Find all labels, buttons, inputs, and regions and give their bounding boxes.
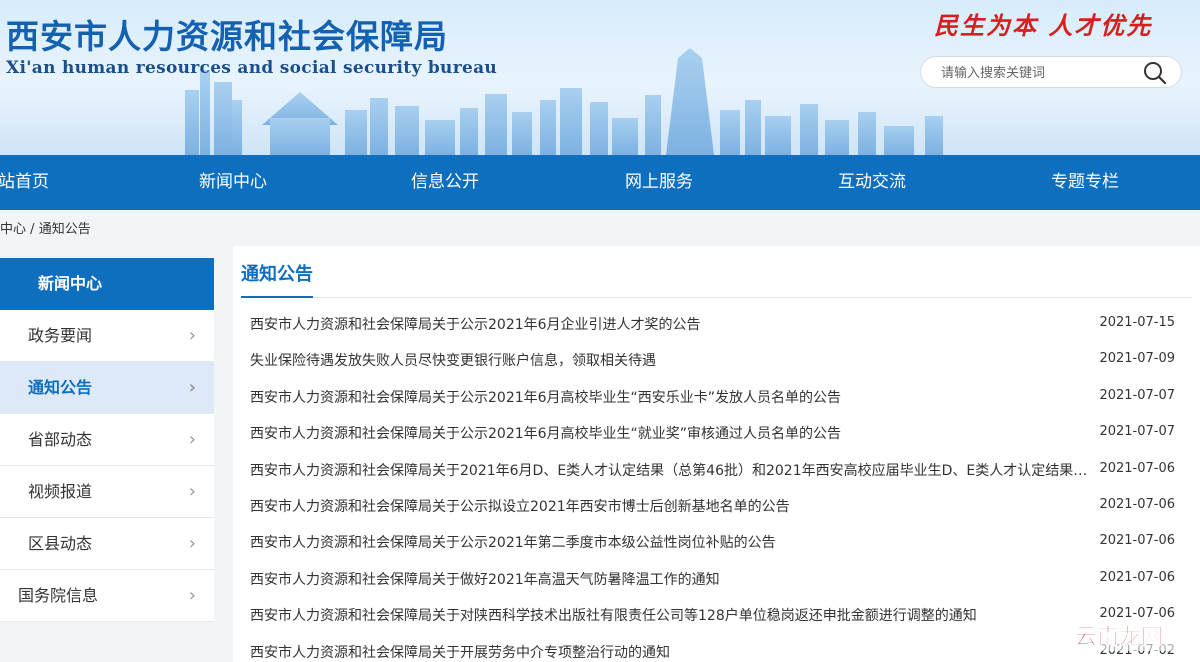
search-input[interactable]	[941, 62, 1141, 84]
news-title[interactable]: 西安市人力资源和社会保障局关于2021年6月D、E类人才认定结果（总第46批）和…	[250, 460, 1095, 480]
site-title: 西安市人力资源和社会保障局	[6, 17, 448, 56]
sidebar-item-notices[interactable]: 通知公告 ›	[0, 362, 214, 414]
sidebar-item-government-news[interactable]: 政务要闻 ›	[0, 310, 214, 362]
news-item[interactable]: 西安市人力资源和社会保障局关于开展劳务中介专项整治行动的通知 2021-07-0…	[250, 636, 1180, 662]
sidebar-item-video-reports[interactable]: 视频报道 ›	[0, 466, 214, 518]
breadcrumb-parent[interactable]: 中心	[0, 222, 26, 237]
sidebar-item-state-council-info[interactable]: 国务院信息 ›	[0, 570, 214, 622]
sidebar-item-provincial-news[interactable]: 省部动态 ›	[0, 414, 214, 466]
news-item[interactable]: 西安市人力资源和社会保障局关于对陕西科学技术出版社有限责任公司等128户单位稳岗…	[250, 599, 1180, 635]
news-date: 2021-07-06	[1099, 496, 1175, 512]
nav-item-online-services[interactable]: 网上服务	[625, 155, 693, 210]
nav-item-special-topics[interactable]: 专题专栏	[1051, 155, 1119, 210]
news-title[interactable]: 西安市人力资源和社会保障局关于公示2021年第二季度市本级公益性岗位补贴的公告	[250, 532, 1095, 552]
news-date: 2021-07-06	[1099, 460, 1175, 476]
breadcrumb: 中心 / 通知公告	[0, 218, 91, 237]
news-title[interactable]: 西安市人力资源和社会保障局关于公示拟设立2021年西安市博士后创新基地名单的公告	[250, 496, 1095, 516]
news-item[interactable]: 西安市人力资源和社会保障局关于2021年6月D、E类人才认定结果（总第46批）和…	[250, 454, 1180, 490]
news-date: 2021-07-06	[1099, 569, 1175, 585]
news-title[interactable]: 西安市人力资源和社会保障局关于公示2021年6月企业引进人才奖的公告	[250, 314, 1095, 334]
svg-text:云南龙网: 云南龙网	[1075, 625, 1163, 650]
chevron-right-icon: ›	[188, 429, 196, 450]
chevron-right-icon: ›	[188, 481, 196, 502]
breadcrumb-current: 通知公告	[38, 222, 91, 237]
news-item[interactable]: 西安市人力资源和社会保障局关于公示拟设立2021年西安市博士后创新基地名单的公告…	[250, 490, 1180, 526]
main-content: 通知公告 西安市人力资源和社会保障局关于公示2021年6月企业引进人才奖的公告 …	[233, 246, 1200, 662]
sidebar-item-label: 省部动态	[28, 430, 93, 449]
nav-item-info-disclosure[interactable]: 信息公开	[411, 155, 479, 210]
sidebar-item-label: 视频报道	[28, 482, 93, 501]
news-item[interactable]: 西安市人力资源和社会保障局关于公示2021年6月高校毕业生“就业奖”审核通过人员…	[250, 417, 1180, 453]
section-title: 通知公告	[241, 260, 313, 298]
news-list: 西安市人力资源和社会保障局关于公示2021年6月企业引进人才奖的公告 2021-…	[250, 308, 1180, 662]
news-title[interactable]: 西安市人力资源和社会保障局关于做好2021年高温天气防暑降温工作的通知	[250, 569, 1095, 589]
news-title[interactable]: 失业保险待遇发放失败人员尽快变更银行账户信息，领取相关待遇	[250, 350, 1095, 370]
news-item[interactable]: 西安市人力资源和社会保障局关于做好2021年高温天气防暑降温工作的通知 2021…	[250, 563, 1180, 599]
news-date: 2021-07-15	[1099, 315, 1175, 330]
chevron-right-icon: ›	[188, 533, 196, 554]
news-title[interactable]: 西安市人力资源和社会保障局关于公示2021年6月高校毕业生“就业奖”审核通过人员…	[250, 423, 1095, 443]
section-header: 通知公告	[241, 246, 1192, 298]
sidebar-item-label: 区县动态	[28, 534, 93, 553]
news-title[interactable]: 西安市人力资源和社会保障局关于公示2021年6月高校毕业生“西安乐业卡”发放人员…	[250, 387, 1095, 407]
site-subtitle: Xi'an human resources and social securit…	[6, 58, 498, 78]
breadcrumb-separator: /	[30, 222, 35, 237]
news-date: 2021-07-07	[1099, 387, 1175, 403]
nav-item-interaction[interactable]: 互动交流	[838, 155, 906, 210]
news-date: 2021-07-06	[1099, 533, 1175, 549]
sidebar: 新闻中心 政务要闻 › 通知公告 › 省部动态 › 视频报道 › 区县动态 › …	[0, 258, 214, 622]
sidebar-heading: 新闻中心	[0, 258, 214, 310]
sidebar-item-label: 政务要闻	[28, 326, 93, 345]
news-item[interactable]: 西安市人力资源和社会保障局关于公示2021年6月高校毕业生“西安乐业卡”发放人员…	[250, 381, 1180, 417]
sidebar-item-label: 通知公告	[28, 378, 93, 397]
watermark-logo: 云南龙网	[1064, 621, 1174, 651]
search-box	[920, 56, 1182, 88]
nav-item-news-center[interactable]: 新闻中心	[199, 155, 267, 210]
slogan-calligraphy: 民生为本 人才优先	[934, 11, 1153, 40]
news-item[interactable]: 西安市人力资源和社会保障局关于公示2021年6月企业引进人才奖的公告 2021-…	[250, 308, 1180, 344]
news-title[interactable]: 西安市人力资源和社会保障局关于对陕西科学技术出版社有限责任公司等128户单位稳岗…	[250, 605, 1095, 625]
search-icon[interactable]	[1143, 61, 1167, 85]
news-date: 2021-07-06	[1099, 606, 1175, 622]
nav-item-home[interactable]: 站首页	[0, 155, 49, 210]
chevron-right-icon: ›	[188, 325, 196, 346]
news-title[interactable]: 西安市人力资源和社会保障局关于开展劳务中介专项整治行动的通知	[250, 642, 1095, 662]
site-header: 西安市人力资源和社会保障局 Xi'an human resources and …	[0, 0, 1200, 155]
news-item[interactable]: 西安市人力资源和社会保障局关于公示2021年第二季度市本级公益性岗位补贴的公告 …	[250, 526, 1180, 562]
news-date: 2021-07-09	[1099, 351, 1175, 367]
main-nav: 站首页 新闻中心 信息公开 网上服务 互动交流 专题专栏	[0, 155, 1200, 210]
sidebar-item-district-news[interactable]: 区县动态 ›	[0, 518, 214, 570]
chevron-right-icon: ›	[188, 585, 196, 606]
news-item[interactable]: 失业保险待遇发放失败人员尽快变更银行账户信息，领取相关待遇 2021-07-09	[250, 344, 1180, 380]
news-date: 2021-07-07	[1099, 424, 1175, 440]
chevron-right-icon: ›	[188, 377, 196, 398]
sidebar-item-label: 国务院信息	[18, 586, 99, 605]
